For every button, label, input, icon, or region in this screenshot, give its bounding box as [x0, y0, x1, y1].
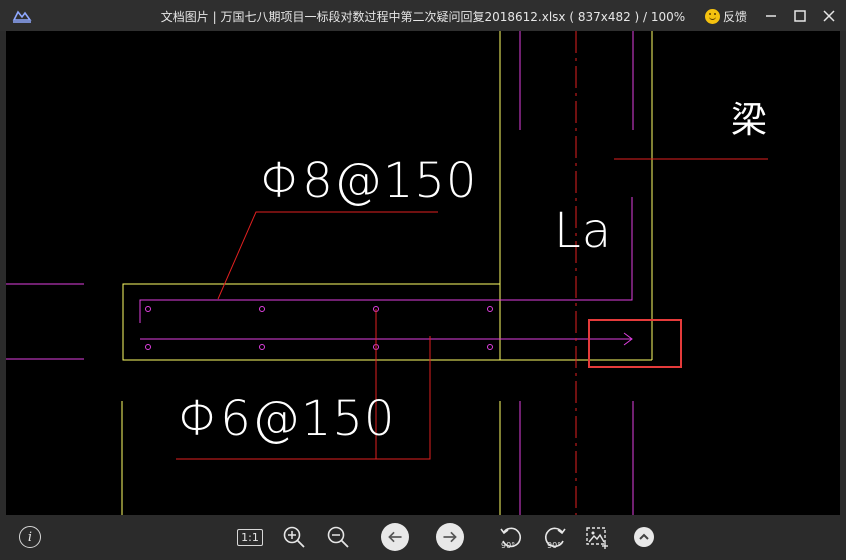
- maximize-icon[interactable]: [790, 6, 810, 26]
- actual-size-button[interactable]: 1:1: [236, 523, 264, 551]
- chevron-up-icon: [634, 527, 654, 547]
- close-icon[interactable]: [819, 6, 839, 26]
- info-button[interactable]: i: [16, 523, 44, 551]
- title-bar: 文档图片 | 万国七八期项目一标段对数过程中第二次疑问回复2018612.xls…: [0, 0, 846, 31]
- info-icon: i: [19, 526, 41, 548]
- smiley-icon: [705, 8, 720, 24]
- rotate-right-button[interactable]: 90°: [541, 523, 569, 551]
- image-save-icon: [586, 527, 608, 549]
- feedback-label: 反馈: [723, 9, 748, 24]
- zoom-out-button[interactable]: [324, 523, 352, 551]
- arrow-left-icon: [381, 523, 409, 551]
- actual-size-label: 1:1: [237, 528, 263, 546]
- arrow-right-icon: [436, 523, 464, 551]
- expand-button[interactable]: [630, 523, 658, 551]
- rotate-left-button[interactable]: 90°: [497, 523, 525, 551]
- rotate-right-label: 90°: [547, 541, 562, 550]
- slab-outline: [122, 283, 652, 361]
- rebar-dots: [145, 306, 493, 350]
- rebar-label-phi8: Φ8@150: [260, 153, 478, 209]
- rotate-left-label: 90°: [501, 541, 516, 550]
- beam-label: 梁: [731, 100, 769, 141]
- save-image-button[interactable]: [583, 523, 611, 551]
- image-canvas[interactable]: Φ8@150 Φ6@150 La 梁: [6, 31, 840, 515]
- app-logo-icon: [12, 10, 32, 23]
- highlight-box: [588, 319, 682, 368]
- next-button[interactable]: [436, 523, 464, 551]
- leader-phi8: [217, 211, 438, 300]
- cad-drawing: [6, 31, 768, 515]
- anchorage-label: La: [554, 203, 613, 259]
- bottom-toolbar: i 1:1 90° 90°: [0, 515, 846, 560]
- previous-button[interactable]: [381, 523, 409, 551]
- zoom-out-icon: [327, 526, 349, 548]
- minimize-icon[interactable]: [761, 6, 781, 26]
- zoom-in-icon: [283, 526, 305, 548]
- rebar-label-phi6: Φ6@150: [178, 391, 396, 447]
- feedback-button[interactable]: 反馈: [705, 6, 747, 26]
- zoom-in-button[interactable]: [280, 523, 308, 551]
